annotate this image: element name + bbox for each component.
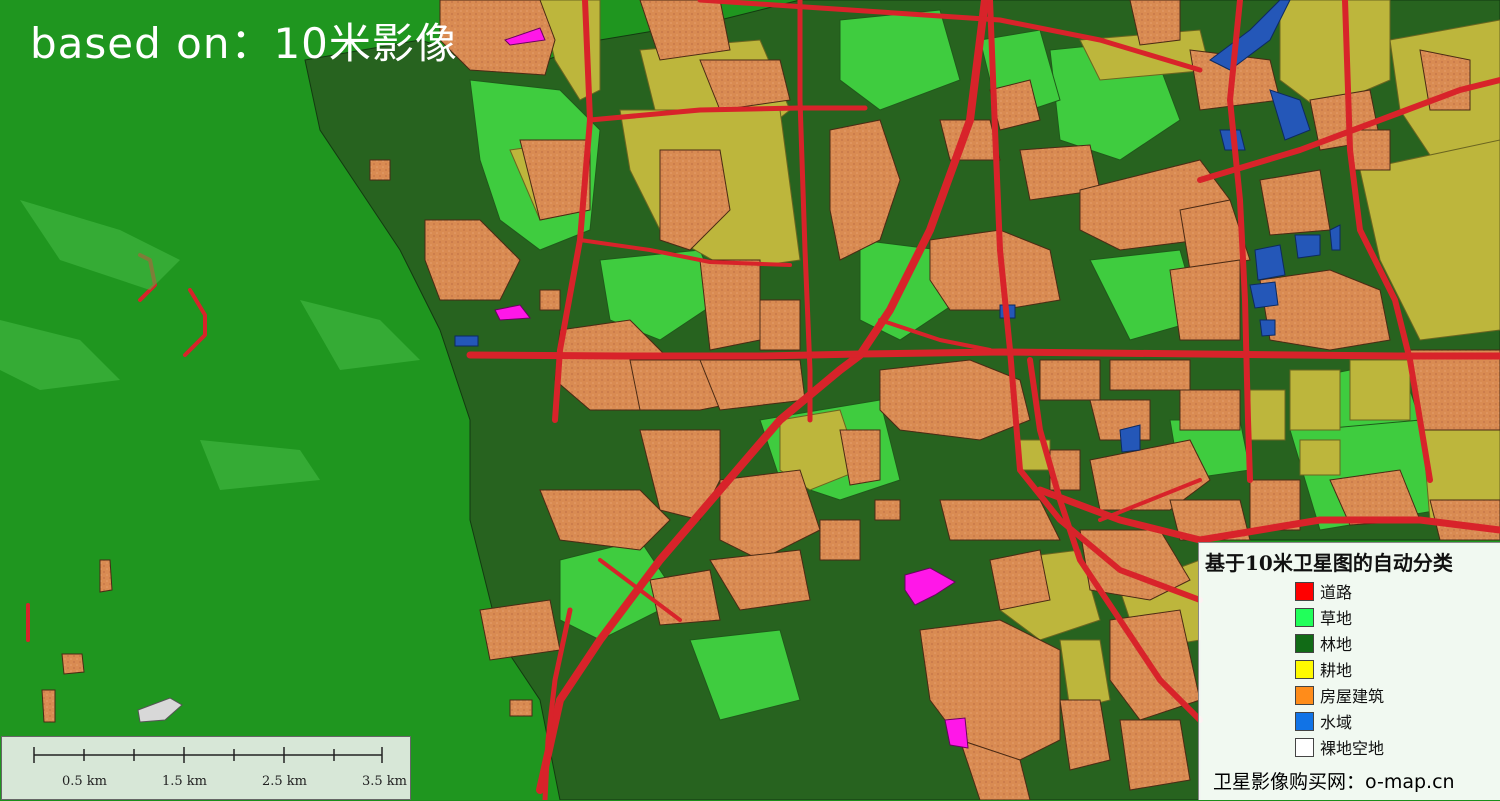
legend-swatch-building	[1295, 685, 1314, 705]
legend-footer: 卫星影像购买网：o-map.cn	[1213, 771, 1455, 793]
legend-label-building: 房屋建筑	[1320, 687, 1385, 706]
legend-swatch-road	[1295, 581, 1314, 601]
legend: 基于10米卫星图的自动分类 道路 草地 林地 耕地 房屋建筑 水域 裸地空地 卫…	[1198, 542, 1500, 800]
legend-item-grassland: 草地	[1295, 606, 1352, 628]
legend-swatch-grassland	[1295, 607, 1314, 627]
legend-label-water: 水域	[1320, 713, 1353, 732]
legend-swatch-forest	[1295, 633, 1314, 653]
legend-swatch-cropland	[1295, 659, 1314, 679]
scale-label-2: 2.5 km	[262, 774, 308, 789]
legend-label-forest: 林地	[1320, 635, 1353, 654]
scale-bar-graphic	[33, 747, 383, 763]
map-title: based on：10米影像	[30, 19, 458, 68]
legend-label-grassland: 草地	[1320, 609, 1353, 628]
legend-label-road: 道路	[1320, 583, 1353, 602]
scale-label-0: 0.5 km	[62, 774, 108, 789]
legend-item-forest: 林地	[1295, 632, 1352, 654]
legend-item-building: 房屋建筑	[1295, 684, 1384, 706]
legend-item-water: 水域	[1295, 710, 1352, 732]
legend-swatch-water	[1295, 711, 1314, 731]
legend-label-bare-land: 裸地空地	[1320, 739, 1385, 758]
scale-label-3: 3.5 km	[362, 774, 408, 789]
scale-bar: 0.5 km 1.5 km 2.5 km 3.5 km	[1, 736, 411, 800]
legend-item-cropland: 耕地	[1295, 658, 1352, 680]
legend-item-bare-land: 裸地空地	[1295, 736, 1384, 758]
legend-swatch-bare-land	[1295, 737, 1314, 757]
legend-title: 基于10米卫星图的自动分类	[1205, 551, 1453, 575]
legend-item-road: 道路	[1295, 580, 1352, 602]
legend-label-cropland: 耕地	[1320, 661, 1353, 680]
scale-label-1: 1.5 km	[162, 774, 208, 789]
